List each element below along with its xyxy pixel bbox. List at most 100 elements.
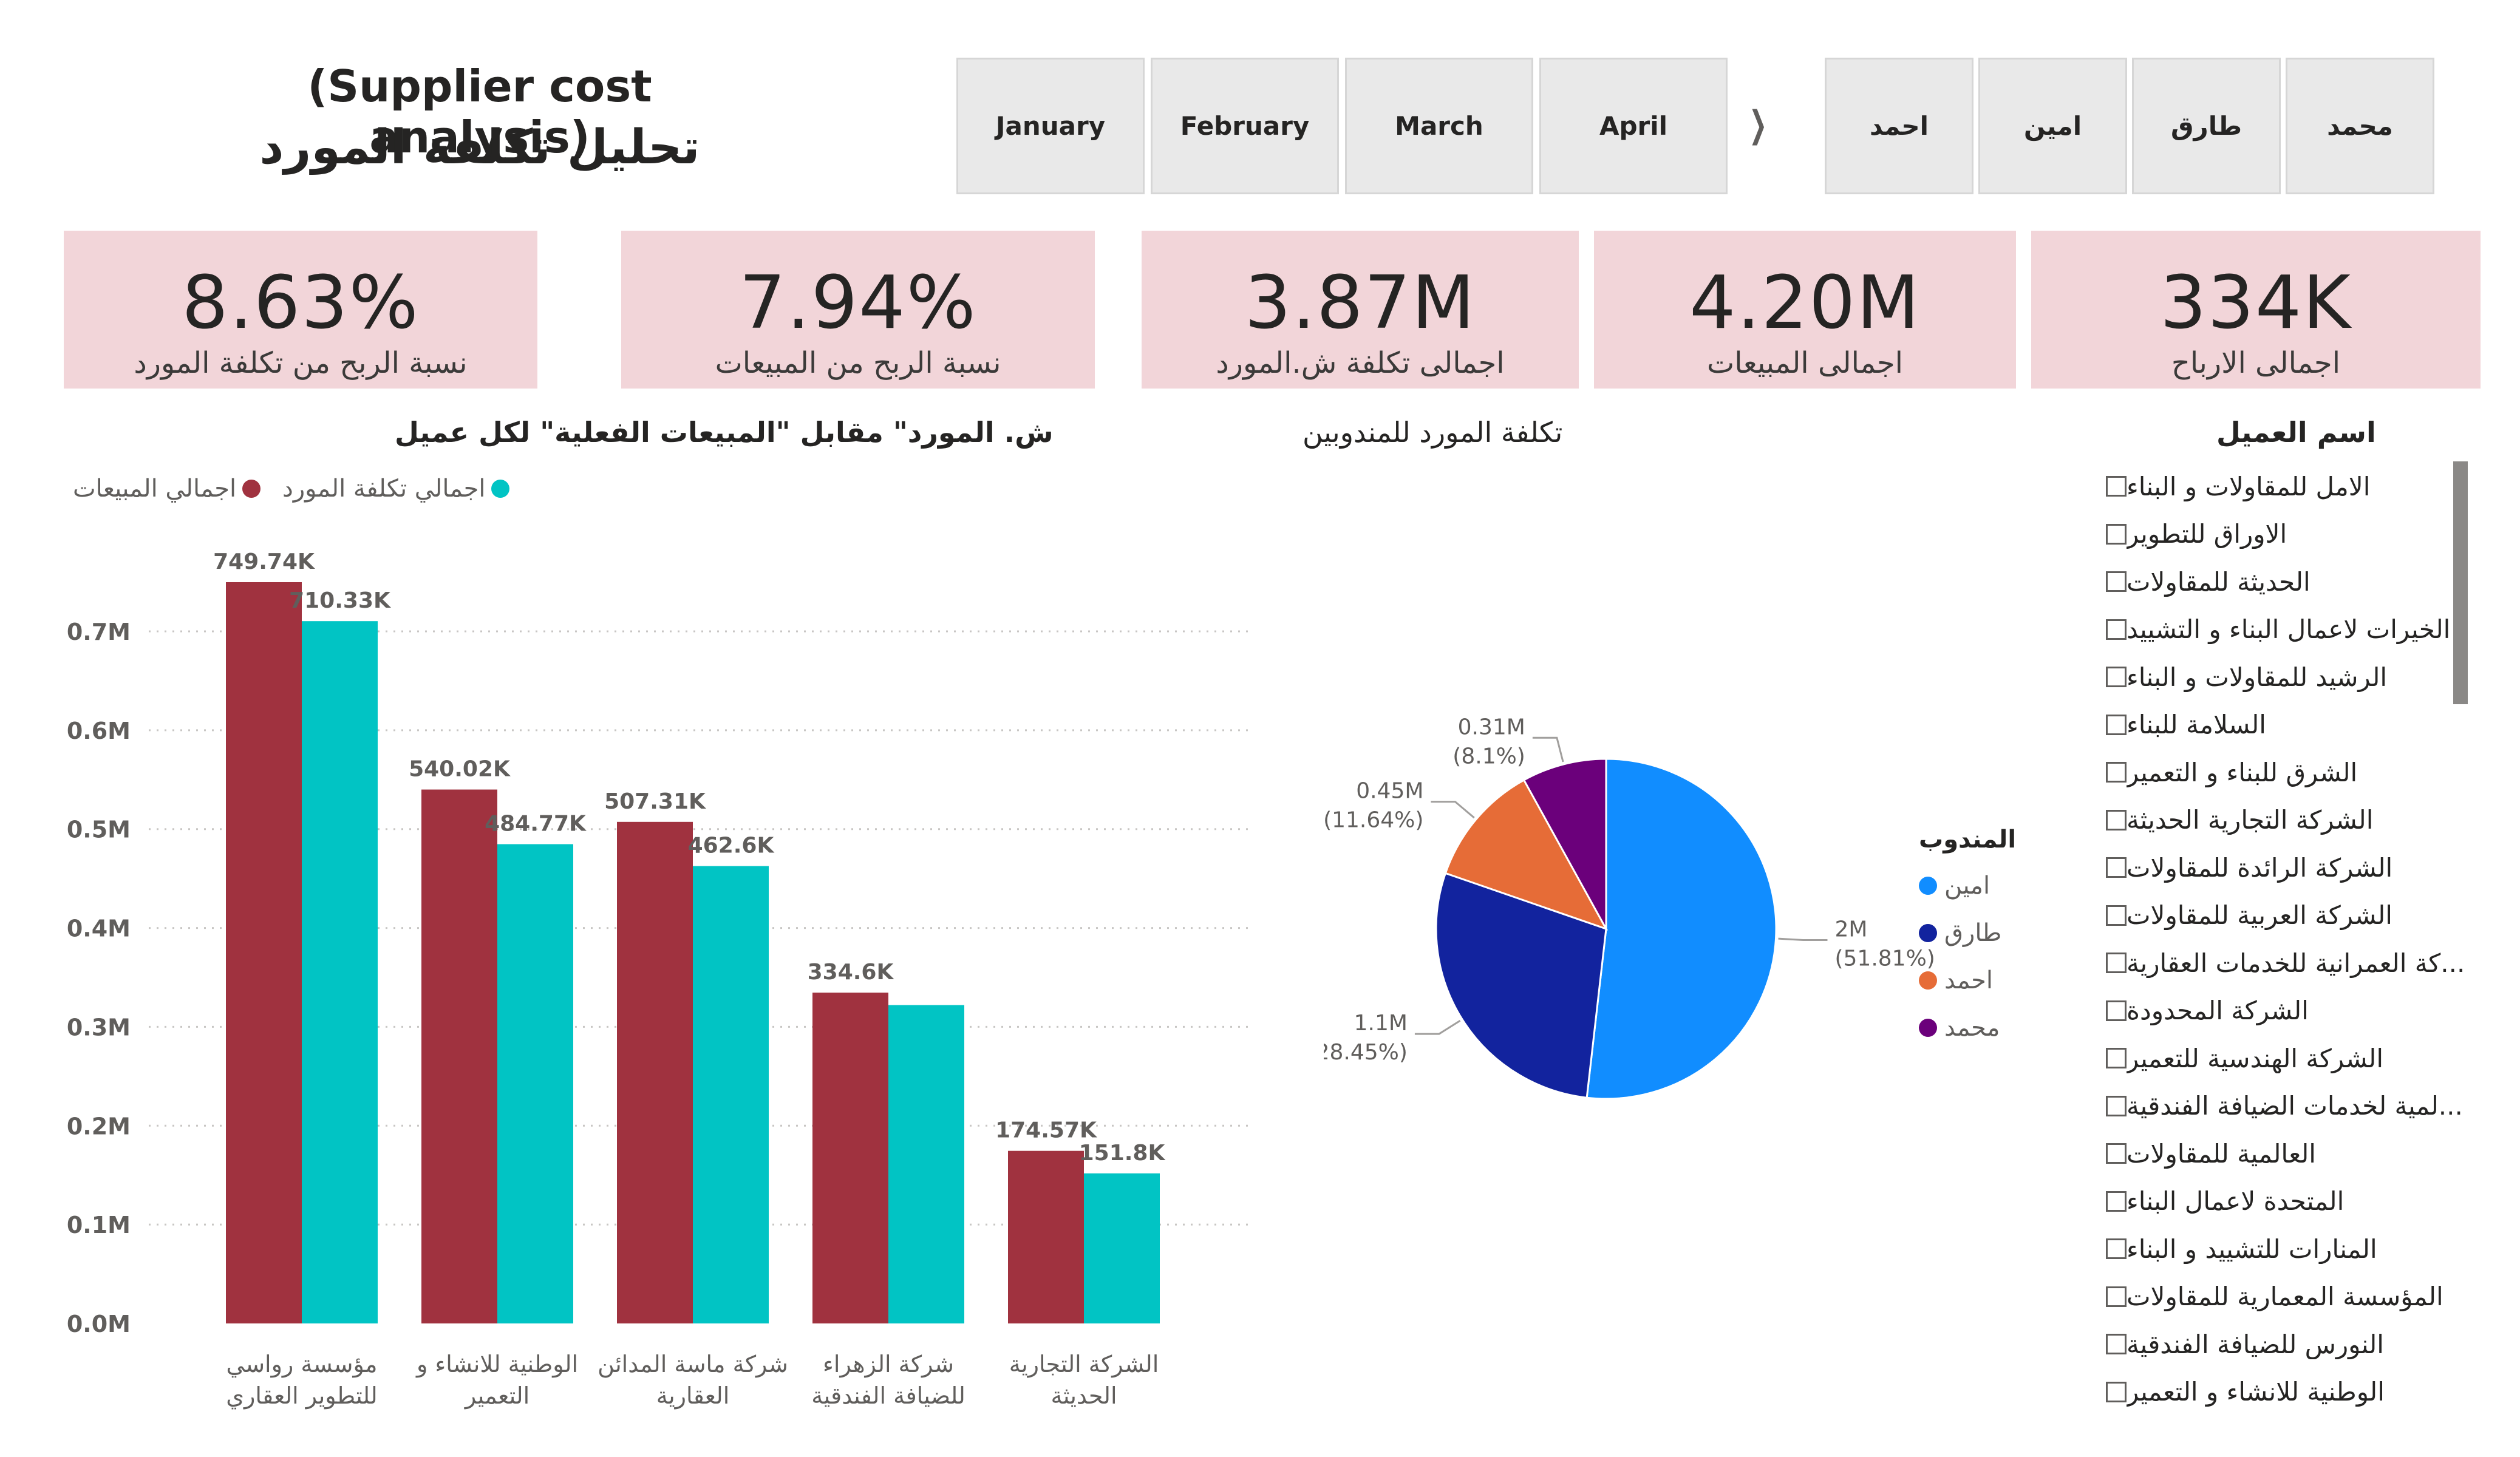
client-slicer-item-label: الاوراق للتطوير	[2127, 519, 2287, 549]
client-slicer-item[interactable]: الامل للمقاولات و البناء	[2089, 464, 2484, 508]
bar-supplier-cost[interactable]	[302, 621, 378, 1323]
kpi-label: اجمالى الارباح	[2171, 346, 2341, 380]
month-tile-january[interactable]: January	[956, 58, 1145, 194]
client-slicer-item[interactable]: الحديثة للمقاولات	[2089, 560, 2484, 603]
checkbox-icon[interactable]	[2106, 714, 2127, 735]
client-slicer-scrollbar[interactable]	[2453, 461, 2468, 704]
client-slicer-item[interactable]: الاوراق للتطوير	[2089, 512, 2484, 556]
checkbox-icon[interactable]	[2106, 1334, 2127, 1354]
checkbox-icon[interactable]	[2106, 571, 2127, 592]
y-tick-label: 0.6M	[67, 718, 131, 744]
bar-chart-title: ش. المورد" مقابل "المبيعات الفعلية" لكل …	[395, 416, 1054, 449]
data-label: 174.57K	[995, 1118, 1097, 1143]
checkbox-icon[interactable]	[2106, 1000, 2127, 1021]
client-slicer-item[interactable]: الشرق للبناء و التعمير	[2089, 750, 2484, 794]
leader-line	[1431, 801, 1475, 819]
client-slicer-item[interactable]: النورس للضيافة الفندقية	[2089, 1322, 2484, 1366]
client-slicer-item-label: الشركة الرائدة للمقاولات	[2127, 852, 2393, 883]
chevron-right-icon[interactable]: ❯	[1749, 103, 1767, 146]
client-slicer-item[interactable]: الشركة الهندسية للتعمير	[2089, 1036, 2484, 1080]
month-tile-april[interactable]: April	[1539, 58, 1728, 194]
client-slicer-item-label: الحديثة للمقاولات	[2127, 566, 2311, 597]
month-tile-february[interactable]: February	[1151, 58, 1339, 194]
pie-legend-item-ahmed[interactable]: احمد	[1919, 957, 2001, 1004]
client-slicer-item[interactable]: العالمية للمقاولات	[2089, 1132, 2484, 1175]
y-tick-label: 0.5M	[67, 817, 131, 843]
pie-legend-item-mohamed[interactable]: محمد	[1919, 1004, 2001, 1051]
client-slicer-item[interactable]: الرشيد للمقاولات و البناء	[2089, 655, 2484, 699]
checkbox-icon[interactable]	[2106, 1095, 2127, 1116]
rep-tile-ahmed[interactable]: احمد	[1825, 58, 1973, 194]
client-slicer-item[interactable]: ...لمية لخدمات الضيافة الفندقية	[2089, 1084, 2484, 1128]
client-slicer-item-label: المؤسسة المعمارية للمقاولات	[2127, 1282, 2443, 1311]
kpi-label: اجمالى المبيعات	[1707, 346, 1903, 380]
x-tick-label: التعمير	[464, 1382, 530, 1410]
client-slicer-item-label: النورس للضيافة الفندقية	[2127, 1329, 2384, 1359]
client-slicer-item[interactable]: الخيرات لاعمال البناء و التشييد	[2089, 608, 2484, 651]
x-tick-label: الشركة التجارية	[1009, 1351, 1159, 1378]
kpi-card-profit-of-sales: 7.94% نسبة الربح من المبيعات	[621, 231, 1095, 389]
bar-supplier-cost[interactable]	[888, 1005, 964, 1323]
client-slicer-item-label: الرشيد للمقاولات و البناء	[2127, 662, 2388, 692]
checkbox-icon[interactable]	[2106, 1286, 2127, 1307]
bar-sales[interactable]	[421, 789, 497, 1323]
pie-value-label: 2M	[1834, 917, 1867, 942]
checkbox-icon[interactable]	[2106, 619, 2127, 640]
client-slicer-item[interactable]: المنارات للتشييد و البناء	[2089, 1227, 2484, 1271]
x-tick-label: الوطنية للانشاء و	[415, 1351, 578, 1378]
x-tick-label: العقارية	[656, 1382, 730, 1409]
x-tick-label: شركة الزهراء	[823, 1351, 954, 1378]
data-label: 507.31K	[604, 789, 706, 814]
pie-legend-item-amin[interactable]: امين	[1919, 862, 2001, 909]
x-tick-label: شركة ماسة المدائن	[598, 1351, 788, 1378]
kpi-value: 4.20M	[1689, 261, 1921, 345]
client-slicer-item[interactable]: الوطنية للانشاء و التعمير	[2089, 1370, 2484, 1414]
client-slicer-item[interactable]: المتحدة لاعمال البناء	[2089, 1180, 2484, 1223]
rep-tile-mohamed[interactable]: محمد	[2286, 58, 2434, 194]
checkbox-icon[interactable]	[2106, 1381, 2127, 1402]
bar-supplier-cost[interactable]	[497, 844, 573, 1323]
checkbox-icon[interactable]	[2106, 953, 2127, 973]
checkbox-icon[interactable]	[2106, 1048, 2127, 1068]
pie-percent-label: (8.1%)	[1452, 744, 1525, 769]
kpi-value: 334K	[2160, 261, 2352, 345]
client-slicer-item[interactable]: الشركة الرائدة للمقاولات	[2089, 846, 2484, 889]
checkbox-icon[interactable]	[2106, 1143, 2127, 1164]
checkbox-icon[interactable]	[2106, 762, 2127, 783]
bar-chart: 0.0M 0.1M 0.2M 0.3M 0.4M 0.5M 0.6M 0.7M 749.74K 7…	[67, 549, 1251, 1410]
month-tile-march[interactable]: March	[1345, 58, 1533, 194]
client-slicer-item[interactable]: المؤسسة المعمارية للمقاولات	[2089, 1275, 2484, 1319]
checkbox-icon[interactable]	[2106, 905, 2127, 926]
kpi-card-total-profit: 334K اجمالى الارباح	[2031, 231, 2481, 389]
checkbox-icon[interactable]	[2106, 476, 2127, 497]
checkbox-icon[interactable]	[2106, 1238, 2127, 1259]
bar-sales[interactable]	[812, 993, 888, 1323]
y-tick-label: 0.1M	[67, 1212, 131, 1238]
pie-legend-mohamed-dot-icon	[1919, 1019, 1937, 1037]
client-slicer-item[interactable]: ...كة العمرانية للخدمات العقارية	[2089, 941, 2484, 985]
bar-sales[interactable]	[1008, 1150, 1084, 1323]
data-label: 710.33K	[289, 588, 391, 613]
client-slicer-item[interactable]: السلامة للبناء	[2089, 703, 2484, 747]
bar-supplier-cost[interactable]	[1084, 1173, 1160, 1323]
checkbox-icon[interactable]	[2106, 857, 2127, 878]
rep-tile-amin[interactable]: امين	[1978, 58, 2127, 194]
client-slicer-item[interactable]: الشركة المحدودة	[2089, 989, 2484, 1033]
pie-legend-item-tareq[interactable]: طارق	[1919, 909, 2001, 957]
client-slicer-item-label: الوطنية للانشاء و التعمير	[2127, 1377, 2385, 1407]
kpi-label: اجمالى تكلفة ش.المورد	[1216, 346, 1505, 380]
client-slicer-item[interactable]: الشركة العربية للمقاولات	[2089, 894, 2484, 937]
bar-sales[interactable]	[617, 821, 693, 1323]
checkbox-icon[interactable]	[2106, 809, 2127, 830]
x-tick-label: الحديثة	[1051, 1382, 1117, 1409]
checkbox-icon[interactable]	[2106, 523, 2127, 545]
pie-slice[interactable]	[1585, 758, 1777, 1100]
bar-sales[interactable]	[226, 582, 302, 1323]
pie-legend-label: احمد	[1944, 966, 1993, 994]
client-slicer-item[interactable]: الشركة التجارية الحديثة	[2089, 798, 2484, 842]
checkbox-icon[interactable]	[2106, 1190, 2127, 1212]
rep-tile-tareq[interactable]: طارق	[2132, 58, 2281, 194]
client-slicer-item-label: ...لمية لخدمات الضيافة الفندقية	[2127, 1091, 2463, 1121]
checkbox-icon[interactable]	[2106, 667, 2127, 687]
bar-supplier-cost[interactable]	[693, 866, 769, 1323]
